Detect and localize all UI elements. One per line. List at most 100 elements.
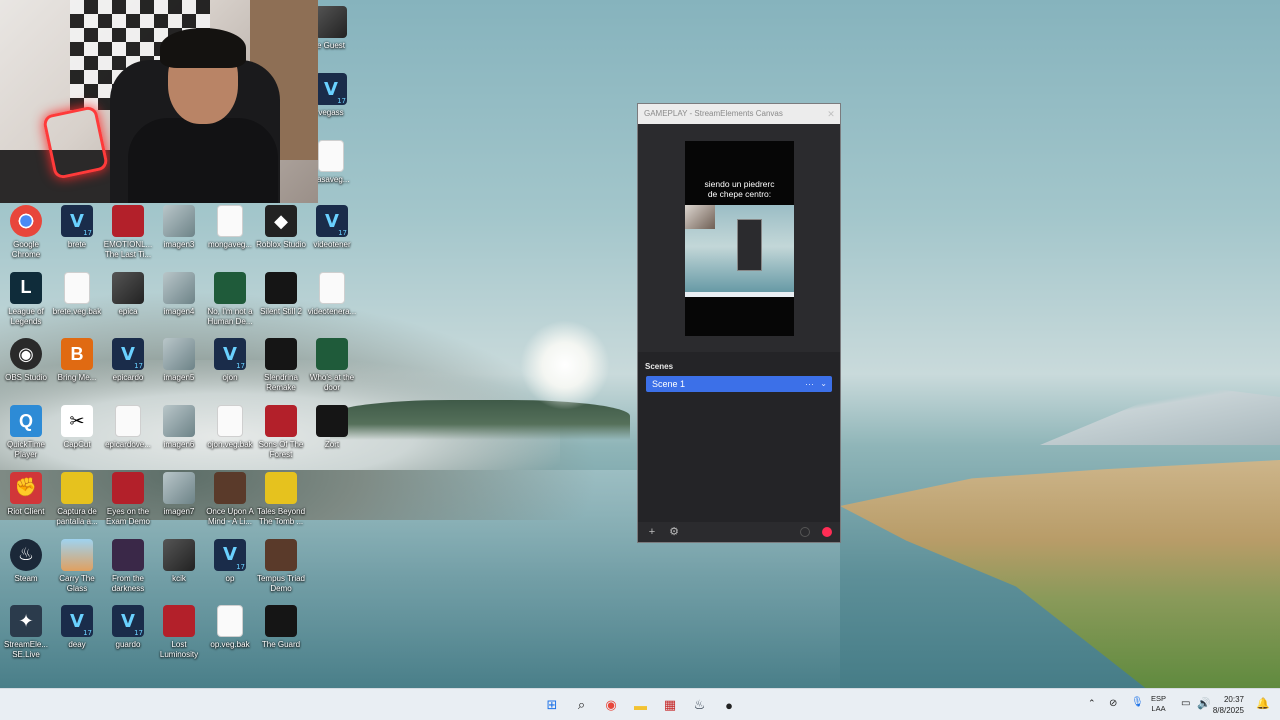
chrome-icon[interactable]: ◉: [601, 695, 621, 715]
display-icon[interactable]: ▭: [1181, 698, 1190, 720]
desktop-icon[interactable]: kcik: [153, 538, 205, 584]
desktop-icon[interactable]: No, I'm not a Human De...: [204, 271, 256, 327]
desktop-icon[interactable]: Silent Still 2: [255, 271, 307, 317]
desktop-icon[interactable]: Captura de pantalla a...: [51, 471, 103, 527]
app-red-icon: [265, 405, 297, 438]
desktop-icon[interactable]: Vepicardo: [102, 338, 154, 383]
desktop-icon-label: Tempus Triad Demo: [256, 573, 306, 593]
file-icon: [217, 605, 243, 638]
app-red-icon: [163, 605, 195, 638]
file-explorer-icon[interactable]: ▬: [631, 695, 651, 715]
desktop-icon-label: The Guard: [261, 640, 301, 650]
chevron-down-icon[interactable]: ⌄: [820, 376, 827, 392]
canvas-window-titlebar[interactable]: GAMEPLAY - StreamElements Canvas ✕: [638, 104, 840, 124]
desktop-icon[interactable]: Vojon: [204, 338, 256, 383]
desktop-icon[interactable]: Lost Luminosity: [153, 605, 205, 660]
desktop-icon-label: ojon: [222, 373, 238, 383]
add-scene-button[interactable]: +: [646, 526, 658, 538]
desktop-icon-label: videotener: [313, 240, 351, 249]
file-icon: [115, 405, 141, 438]
desktop-icon[interactable]: videotenera...: [306, 271, 358, 317]
desktop-icon[interactable]: Sons Of The Forest: [255, 405, 307, 460]
desktop-icon[interactable]: B Bring Me...: [51, 338, 103, 383]
desktop-icon[interactable]: Vop: [204, 538, 256, 584]
desktop-icon[interactable]: Slendrina Remake: [255, 338, 307, 393]
desktop-icon-label: Who's at the door: [309, 373, 355, 393]
desktop-icon[interactable]: imagen7: [153, 471, 205, 517]
desktop-icon-label: imagen6: [163, 440, 195, 450]
microphone-icon[interactable]: 🎙: [1131, 697, 1144, 720]
desktop-icon[interactable]: Eyes on the Exam Demo: [102, 471, 154, 527]
preview-area: siendo un piedrerc de chepe centro:: [638, 124, 840, 352]
desktop-icon[interactable]: imagen3: [153, 205, 205, 250]
gear-icon[interactable]: ⚙: [668, 526, 680, 538]
start-button-icon[interactable]: ⊞: [542, 695, 562, 715]
desktop-icon[interactable]: ✂ CapCut: [51, 405, 103, 450]
desktop-icon[interactable]: imagen6: [153, 405, 205, 450]
thumb-icon: [163, 405, 195, 438]
more-icon[interactable]: ···: [805, 376, 814, 392]
file-icon: [217, 205, 243, 237]
stream-preview[interactable]: siendo un piedrerc de chepe centro:: [685, 141, 794, 336]
desktop-icon[interactable]: epica: [102, 271, 154, 317]
app-orange-icon: B: [61, 338, 93, 371]
record-button[interactable]: [822, 527, 832, 537]
canvas-window[interactable]: GAMEPLAY - StreamElements Canvas ✕ siend…: [637, 103, 841, 543]
desktop-icon[interactable]: From the darkness: [102, 538, 154, 594]
desktop-icon[interactable]: Tempus Triad Demo: [255, 538, 307, 594]
desktop-icon[interactable]: Vguardo: [102, 605, 154, 650]
desktop-icon[interactable]: mongaveg...: [204, 205, 256, 250]
search-button-icon[interactable]: ⌕: [572, 695, 592, 715]
desktop-icon[interactable]: Tales Beyond The Tomb ...: [255, 471, 307, 527]
riot-icon: ✊: [10, 471, 42, 504]
desktop-icon[interactable]: Google Chrome: [0, 205, 52, 260]
notification-bell-icon[interactable]: 🔔: [1256, 697, 1270, 720]
close-icon[interactable]: ✕: [826, 109, 836, 119]
desktop-icon[interactable]: op.veg.bak: [204, 605, 256, 650]
app-red-icon[interactable]: ▦: [660, 695, 680, 715]
desktop-icon-label: deay: [68, 640, 86, 650]
desktop-icon[interactable]: The Guard: [255, 605, 307, 650]
desktop-icon-label: imagen7: [163, 506, 195, 516]
steam-icon[interactable]: ♨: [690, 695, 710, 715]
desktop-icon[interactable]: Vvideotener: [306, 205, 358, 250]
desktop-icon-label: No, I'm not a Human De...: [207, 306, 253, 326]
desktop-icon[interactable]: Carry The Glass: [51, 538, 103, 594]
desktop-icon[interactable]: Vdeay: [51, 605, 103, 650]
desktop-icon[interactable]: Zort: [306, 405, 358, 450]
desktop-icon[interactable]: imagen4: [153, 271, 205, 317]
desktop-icon[interactable]: L League of Legends: [0, 271, 52, 327]
vegas-icon: V: [214, 338, 246, 371]
language-indicator[interactable]: ESP LAA: [1151, 694, 1166, 714]
preview-taskbar: [685, 292, 794, 297]
desktop-icon[interactable]: EMOTIONL... The Last Ti...: [102, 205, 154, 260]
stop-button[interactable]: [800, 527, 810, 537]
desktop-icon[interactable]: Vbrete: [51, 205, 103, 250]
thumb-dark-icon: [112, 271, 144, 304]
preview-webcam: [685, 205, 715, 229]
app-green-icon: [316, 338, 348, 371]
preview-caption-line1: siendo un piedrerc: [704, 179, 775, 189]
desktop-icon[interactable]: brete.veg.bak: [51, 271, 103, 317]
desktop-icon[interactable]: ◉ OBS Studio: [0, 338, 52, 383]
desktop-icon[interactable]: ◆ Roblox Studio: [255, 205, 307, 250]
desktop-icon[interactable]: Q QuickTime Player: [0, 405, 52, 460]
network-icon[interactable]: ⊘: [1109, 698, 1117, 720]
app-yellow-icon: [61, 471, 93, 504]
volume-icon[interactable]: 🔊: [1197, 697, 1211, 720]
desktop-icon[interactable]: ✊ Riot Client: [0, 471, 52, 517]
file-icon: [217, 405, 243, 438]
desktop-icon[interactable]: ♨ Steam: [0, 538, 52, 584]
obs-icon[interactable]: ●: [719, 695, 739, 715]
desktop-icon[interactable]: Who's at the door: [306, 338, 358, 393]
system-clock[interactable]: 20:37 8/8/2025: [1213, 694, 1244, 716]
desktop-icon[interactable]: ✦ StreamEle... SE.Live: [0, 605, 52, 660]
chevron-up-icon[interactable]: ⌃: [1088, 698, 1096, 720]
desktop-icon-label: Google Chrome: [11, 240, 41, 259]
scene-item[interactable]: Scene 1 ··· ⌄: [646, 376, 832, 392]
thumb-dark-icon: [163, 538, 195, 571]
desktop-icon[interactable]: Once Upon A Mind - A Li...: [204, 471, 256, 527]
desktop-icon[interactable]: ojon.veg.bak: [204, 405, 256, 450]
desktop-icon[interactable]: epicardove...: [102, 405, 154, 450]
desktop-icon[interactable]: imagen5: [153, 338, 205, 383]
